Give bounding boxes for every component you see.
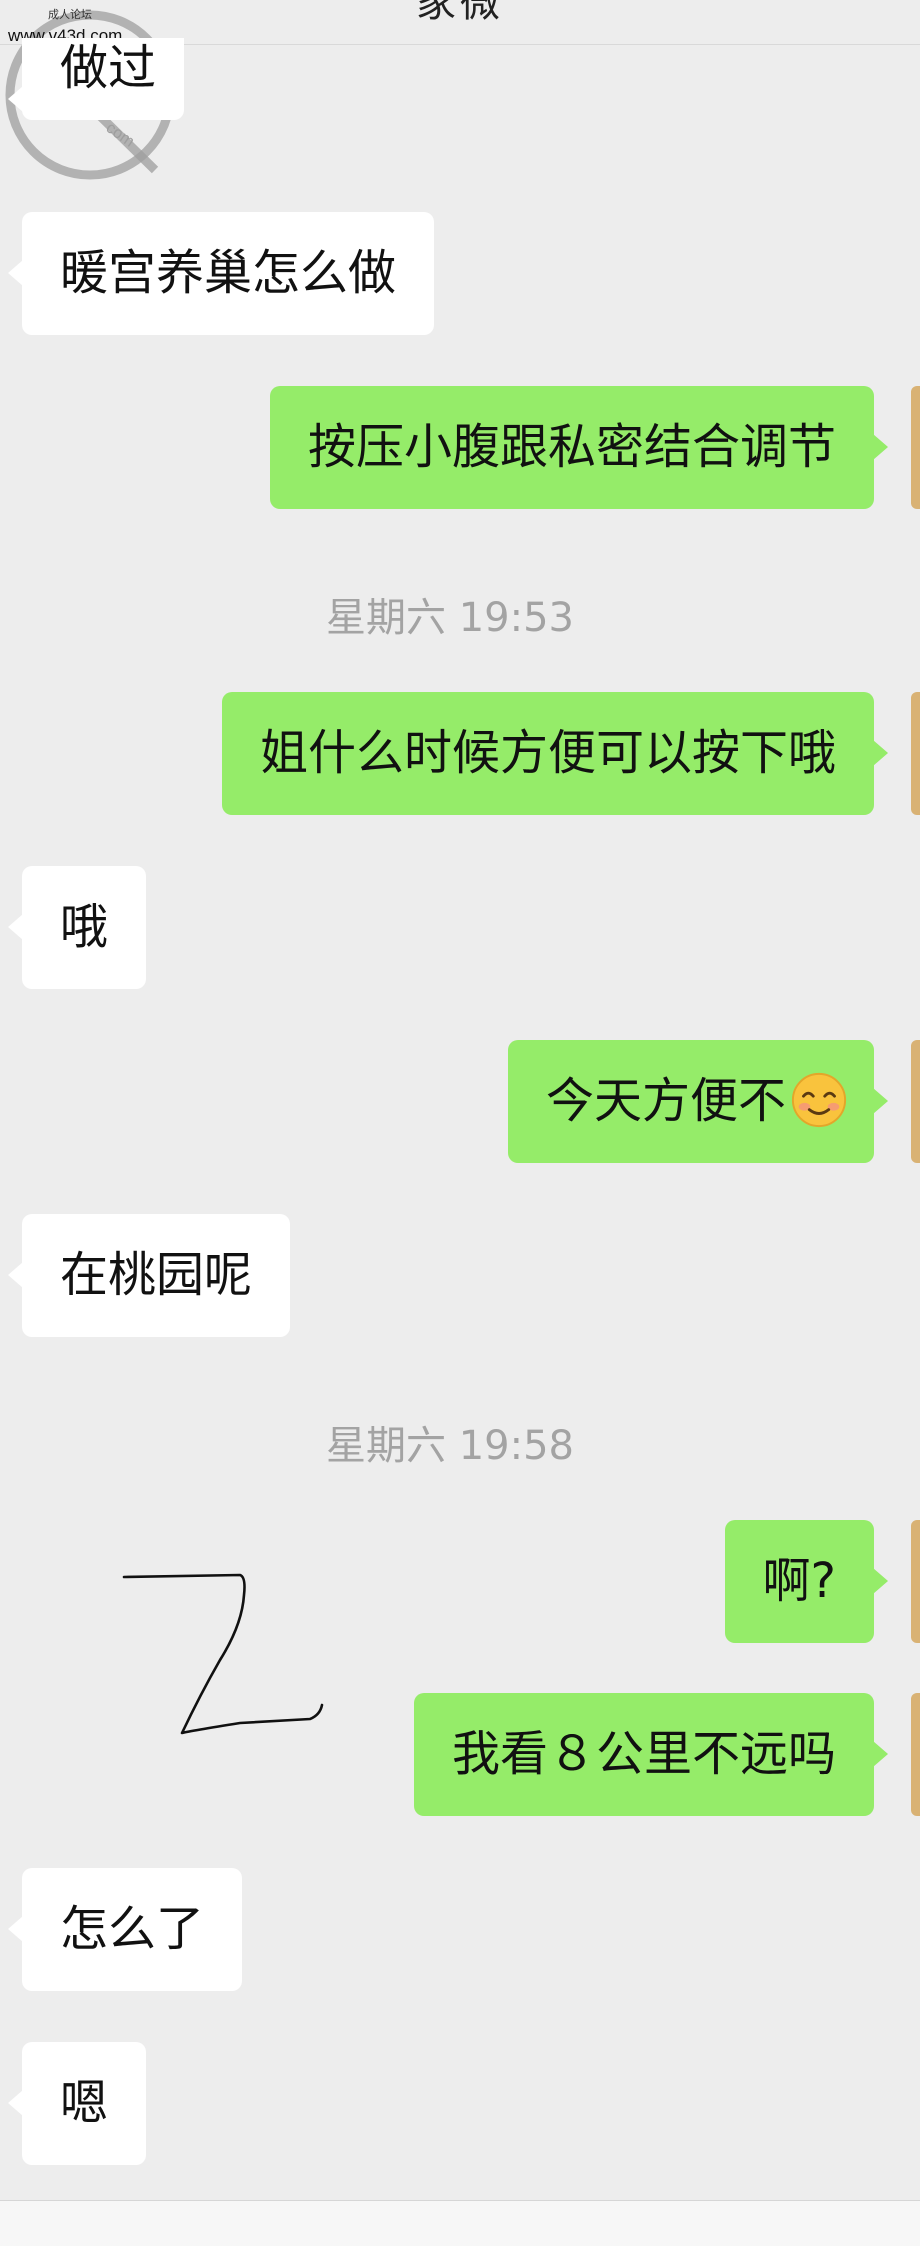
message-bubble-incoming[interactable]: 怎么了 xyxy=(7,1868,243,1991)
user-avatar[interactable] xyxy=(911,386,920,509)
message-bubble-incoming[interactable]: 哦 xyxy=(7,866,147,989)
chat-timestamp: 星期六 19:53 xyxy=(326,595,574,641)
message-text: 今天方便不 xyxy=(545,1073,786,1129)
smiling-face-emoji-icon xyxy=(791,1072,847,1128)
message-text: 姐什么时候方便可以按下哦 xyxy=(259,725,836,781)
message-bubble-incoming[interactable]: 暖宫养巢怎么做 xyxy=(7,212,435,335)
user-avatar[interactable] xyxy=(911,1693,920,1816)
message-text: 啊? xyxy=(762,1553,836,1609)
message-text: 我看８公里不远吗 xyxy=(451,1726,836,1782)
message-text: 怎么了 xyxy=(60,1901,205,1957)
user-avatar[interactable] xyxy=(911,1040,920,1163)
message-text: 做过 xyxy=(60,40,157,96)
message-bubble-incoming[interactable]: 做过 xyxy=(7,38,185,120)
user-avatar[interactable] xyxy=(911,692,920,815)
chat-timestamp: 星期六 19:58 xyxy=(326,1423,574,1469)
message-text: 按压小腹跟私密结合调节 xyxy=(307,419,836,475)
message-bubble-outgoing[interactable]: 今天方便不 xyxy=(507,1040,889,1163)
message-text: 暖宫养巢怎么做 xyxy=(60,245,397,301)
watermark-label: 成人论坛 xyxy=(48,8,92,21)
message-bubble-outgoing[interactable]: 姐什么时候方便可以按下哦 xyxy=(221,692,889,815)
message-text: 哦 xyxy=(60,899,109,955)
message-bubble-outgoing[interactable]: 啊? xyxy=(724,1520,889,1643)
message-bubble-incoming[interactable]: 嗯 xyxy=(7,2042,147,2165)
message-bubble-incoming[interactable]: 在桃园呢 xyxy=(7,1214,291,1337)
message-text: 在桃园呢 xyxy=(60,1247,253,1303)
message-bubble-outgoing[interactable]: 按压小腹跟私密结合调节 xyxy=(269,386,889,509)
hand-drawn-z-scribble-icon xyxy=(122,1573,324,1735)
message-bubble-outgoing[interactable]: 我看８公里不远吗 xyxy=(413,1693,889,1816)
input-toolbar[interactable] xyxy=(0,2200,920,2246)
message-text: 嗯 xyxy=(60,2075,109,2131)
user-avatar[interactable] xyxy=(911,1520,920,1643)
